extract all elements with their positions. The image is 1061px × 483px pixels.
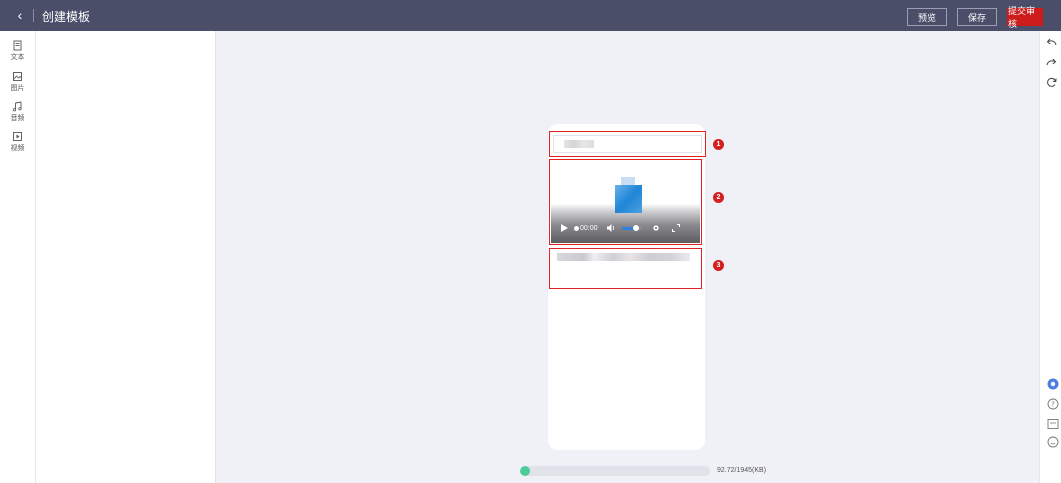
video-thumbnail: [615, 185, 642, 213]
fullscreen-icon[interactable]: [671, 224, 680, 232]
text-component[interactable]: [549, 248, 702, 289]
volume-slider[interactable]: [621, 224, 642, 231]
video-time: 00:00: [580, 224, 598, 232]
video-component[interactable]: 00:00: [549, 159, 702, 245]
smile-icon[interactable]: [1047, 436, 1059, 448]
seek-handle[interactable]: [574, 225, 579, 231]
settings-gear-icon[interactable]: [652, 224, 660, 232]
feedback-icon[interactable]: [1047, 418, 1059, 430]
volume-icon[interactable]: [606, 224, 616, 232]
audio-icon: [12, 101, 22, 112]
marker-2: 2: [713, 192, 724, 203]
storage-usage-text: 92.72/1945(KB): [717, 467, 767, 474]
chevron-left-icon: ‹: [17, 7, 23, 23]
rail-item-video[interactable]: 视频: [0, 131, 35, 159]
video-controls: 00:00: [561, 222, 690, 234]
back-button[interactable]: ‹: [11, 6, 29, 24]
rail-item-label: 图片: [10, 85, 25, 92]
image-icon: [13, 72, 22, 81]
rail-item-image[interactable]: 图片: [0, 71, 35, 99]
rail-item-label: 音频: [10, 115, 25, 122]
component-type-rail: 文本 图片 音频 视频: [0, 31, 36, 483]
refresh-icon[interactable]: [1045, 76, 1058, 89]
rail-item-text[interactable]: 文本: [0, 40, 35, 68]
title-text-field[interactable]: [553, 135, 702, 153]
volume-knob[interactable]: [632, 224, 639, 231]
undo-icon[interactable]: [1045, 36, 1058, 49]
top-bar: ‹ 创建模板 预览 保存 提交审核: [0, 0, 1061, 31]
svg-text:?: ?: [1051, 401, 1055, 409]
help-icon[interactable]: ?: [1047, 398, 1059, 410]
rail-item-label: 文本: [10, 54, 25, 61]
redo-icon[interactable]: [1045, 56, 1058, 69]
preview-button[interactable]: 预览: [907, 8, 947, 26]
save-button[interactable]: 保存: [957, 8, 997, 26]
history-rail: [1039, 31, 1061, 483]
blurred-title-text: [564, 140, 594, 148]
blurred-body-text: [557, 253, 690, 261]
text-icon: [13, 40, 22, 51]
page-title: 创建模板: [42, 10, 91, 24]
marker-1: 1: [713, 139, 724, 150]
storage-progress-fill: [520, 466, 530, 476]
title-component[interactable]: [549, 131, 706, 157]
rail-item-audio[interactable]: 音频: [0, 101, 35, 129]
title-divider: [33, 9, 34, 22]
video-player[interactable]: 00:00: [551, 161, 700, 243]
assistant-icon[interactable]: [1047, 378, 1059, 390]
video-icon: [13, 132, 22, 141]
storage-progress-bar: [520, 466, 710, 476]
marker-3: 3: [713, 260, 724, 271]
component-panel: [36, 31, 216, 483]
play-icon[interactable]: [561, 224, 568, 232]
rail-item-label: 视频: [10, 145, 25, 152]
submit-review-button[interactable]: 提交审核: [1007, 6, 1043, 29]
